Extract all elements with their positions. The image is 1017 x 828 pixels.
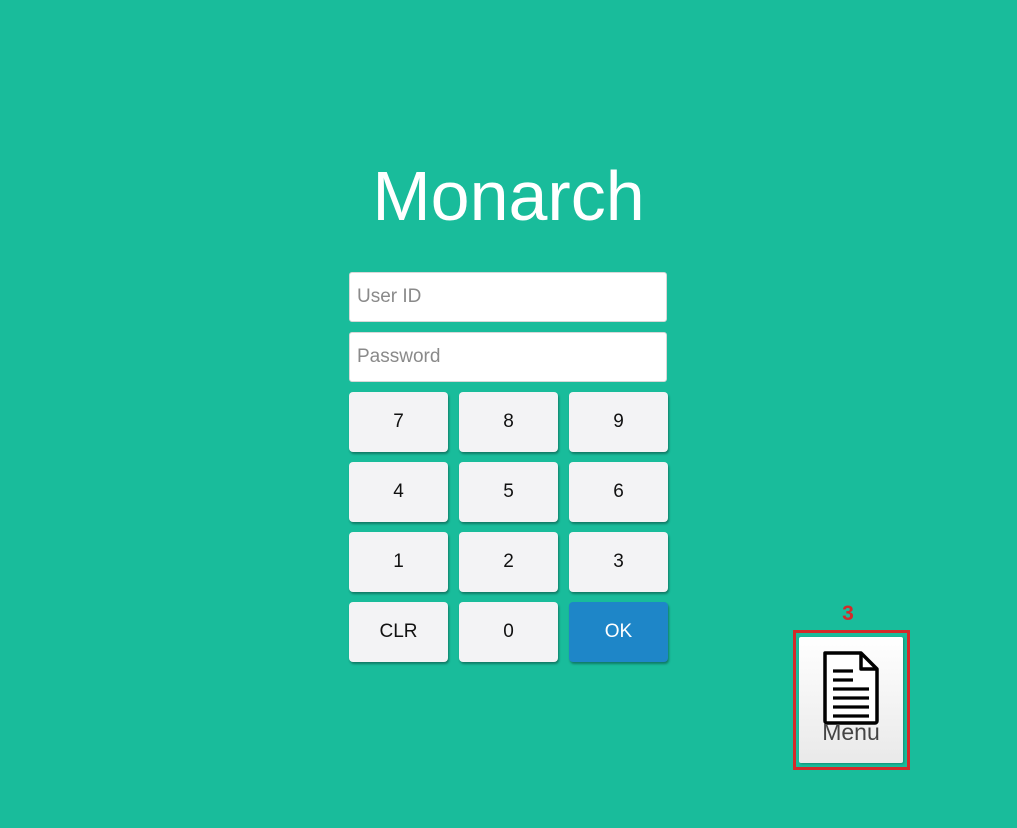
numeric-keypad: 7 8 9 4 5 6 1 2 3 CLR 0 OK bbox=[349, 392, 669, 664]
key-3-button[interactable]: 3 bbox=[569, 532, 668, 592]
menu-label: Menu bbox=[822, 719, 880, 745]
key-6-button[interactable]: 6 bbox=[569, 462, 668, 522]
clear-button[interactable]: CLR bbox=[349, 602, 448, 662]
key-5-button[interactable]: 5 bbox=[459, 462, 558, 522]
annotation-number: 3 bbox=[842, 602, 854, 625]
key-2-button[interactable]: 2 bbox=[459, 532, 558, 592]
key-7-button[interactable]: 7 bbox=[349, 392, 448, 452]
key-8-button[interactable]: 8 bbox=[459, 392, 558, 452]
key-9-button[interactable]: 9 bbox=[569, 392, 668, 452]
document-icon bbox=[823, 651, 879, 725]
key-4-button[interactable]: 4 bbox=[349, 462, 448, 522]
ok-button[interactable]: OK bbox=[569, 602, 668, 662]
menu-button[interactable]: Menu bbox=[799, 637, 903, 763]
key-0-button[interactable]: 0 bbox=[459, 602, 558, 662]
app-title: Monarch bbox=[372, 157, 645, 235]
user-id-input[interactable] bbox=[349, 272, 667, 322]
password-input[interactable] bbox=[349, 332, 667, 382]
key-1-button[interactable]: 1 bbox=[349, 532, 448, 592]
